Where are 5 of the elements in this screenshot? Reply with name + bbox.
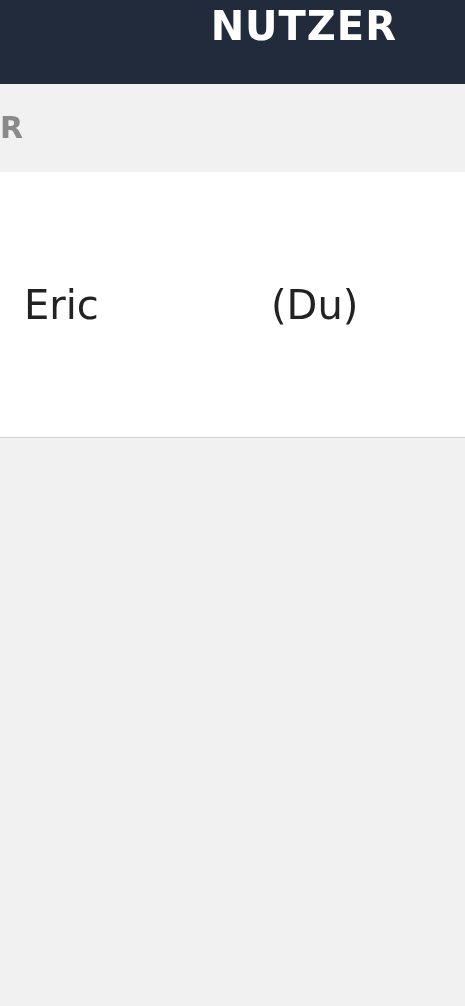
page-title: NUTZER	[210, 6, 397, 46]
user-name: Eric	[24, 280, 100, 330]
user-note: (Du)	[271, 280, 359, 330]
section-heading: R	[0, 113, 24, 143]
user-row[interactable]: Eric (Du)	[0, 172, 465, 438]
